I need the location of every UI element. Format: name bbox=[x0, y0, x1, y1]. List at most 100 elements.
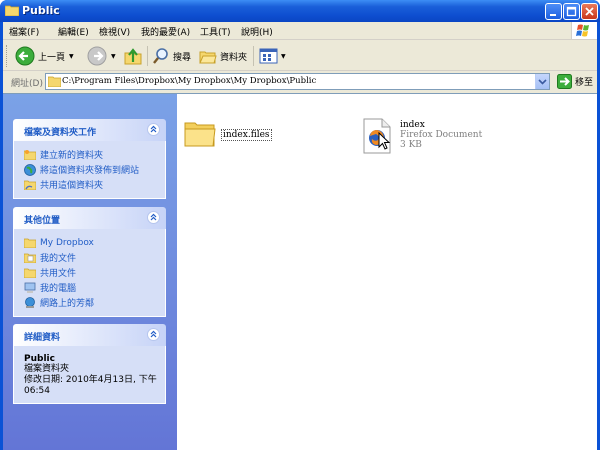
address-path: C:\Program Files\Dropbox\My Dropbox\My D… bbox=[62, 76, 317, 86]
chevron-down-icon bbox=[538, 79, 547, 85]
file-tasks-panel: 檔案及資料夾工作 建立新的資料夾 將這個資料夾發佈到網站 共用這個資料夾 bbox=[13, 119, 166, 199]
details-header[interactable]: 詳細資料 bbox=[13, 324, 166, 346]
address-input[interactable]: C:\Program Files\Dropbox\My Dropbox\My D… bbox=[45, 73, 550, 90]
new-folder-icon bbox=[24, 150, 36, 160]
back-dropdown-icon[interactable]: ▼ bbox=[69, 53, 74, 60]
menu-view[interactable]: 檢視(V) bbox=[99, 25, 130, 38]
panel-title: 其他位置 bbox=[24, 216, 61, 226]
detail-item-type: 檔案資料夾 bbox=[24, 364, 70, 374]
menu-help[interactable]: 說明(H) bbox=[241, 25, 273, 38]
panel-title: 詳細資料 bbox=[24, 333, 61, 343]
file-size: 3 KB bbox=[400, 140, 422, 150]
collapse-button[interactable] bbox=[147, 211, 160, 224]
explorer-window: Public 檔案(F) 編輯(E) 檢視(V) 我的最愛(A) 工具(T) 說… bbox=[0, 0, 600, 450]
search-icon bbox=[153, 48, 168, 64]
other-places-panel: 其他位置 My Dropbox 我的文件 共用文件 我的電腦 網路上的芳鄰 bbox=[13, 207, 166, 317]
double-chevron-up-icon bbox=[150, 330, 157, 338]
file-name: index bbox=[400, 120, 425, 130]
place-label: 共用文件 bbox=[40, 269, 77, 279]
views-icon bbox=[259, 48, 278, 64]
details-panel: 詳細資料 Public 檔案資料夾 修改日期: 2010年4月13日, 下午 0… bbox=[13, 324, 166, 404]
forward-button[interactable]: ▼ bbox=[87, 45, 116, 67]
close-button[interactable] bbox=[581, 3, 598, 20]
folder-up-icon bbox=[124, 48, 142, 65]
other-places-body: My Dropbox 我的文件 共用文件 我的電腦 網路上的芳鄰 bbox=[13, 229, 166, 317]
computer-icon bbox=[24, 282, 36, 293]
folders-label: 資料夾 bbox=[220, 52, 248, 63]
maximize-button[interactable] bbox=[563, 3, 580, 20]
menu-edit[interactable]: 編輯(E) bbox=[58, 25, 89, 38]
toolbar-separator bbox=[147, 46, 148, 66]
collapse-button[interactable] bbox=[147, 328, 160, 341]
mouse-cursor-icon bbox=[378, 132, 390, 150]
place-label: 網路上的芳鄰 bbox=[40, 299, 95, 309]
place-my-documents[interactable]: 我的文件 bbox=[24, 250, 165, 265]
menu-favorites[interactable]: 我的最愛(A) bbox=[141, 25, 190, 38]
window-frame: 檔案(F) 編輯(E) 檢視(V) 我的最愛(A) 工具(T) 說明(H) 上一… bbox=[3, 22, 597, 450]
file-info: index Firefox Document 3 KB bbox=[400, 120, 482, 154]
network-globe-icon bbox=[25, 296, 35, 308]
back-button[interactable]: 上一頁 ▼ bbox=[15, 45, 74, 67]
place-label: 我的電腦 bbox=[40, 284, 77, 294]
minimize-icon bbox=[550, 14, 556, 16]
shared-folder-icon bbox=[24, 180, 36, 190]
place-label: 我的文件 bbox=[40, 254, 77, 264]
toolbar-grip[interactable] bbox=[6, 45, 9, 67]
folder-icon bbox=[48, 76, 61, 87]
details-body: Public 檔案資料夾 修改日期: 2010年4月13日, 下午 06:54 bbox=[13, 346, 166, 404]
windows-flag-icon bbox=[576, 24, 589, 37]
forward-dropdown-icon[interactable]: ▼ bbox=[111, 53, 116, 60]
task-share-folder[interactable]: 共用這個資料夾 bbox=[24, 177, 165, 192]
forward-arrow-icon bbox=[87, 46, 107, 66]
panel-title: 檔案及資料夾工作 bbox=[24, 128, 97, 138]
file-item-index-files[interactable]: index.files bbox=[184, 119, 272, 147]
search-label: 搜尋 bbox=[173, 52, 192, 63]
task-label: 共用這個資料夾 bbox=[40, 181, 104, 191]
folder-icon bbox=[184, 122, 216, 147]
windows-logo bbox=[571, 22, 597, 39]
go-label: 移至 bbox=[575, 78, 594, 88]
globe-icon bbox=[24, 163, 36, 176]
menu-file[interactable]: 檔案(F) bbox=[9, 25, 39, 38]
shared-folder-icon bbox=[24, 268, 36, 278]
back-label: 上一頁 bbox=[38, 52, 66, 63]
task-publish-folder[interactable]: 將這個資料夾發佈到網站 bbox=[24, 162, 165, 177]
address-label: 網址(D) bbox=[11, 79, 43, 89]
other-places-header[interactable]: 其他位置 bbox=[13, 207, 166, 229]
menu-tools[interactable]: 工具(T) bbox=[200, 25, 231, 38]
search-button[interactable]: 搜尋 bbox=[152, 45, 191, 67]
file-name: index.files bbox=[221, 129, 272, 141]
double-chevron-up-icon bbox=[150, 213, 157, 221]
folder-icon bbox=[24, 238, 36, 248]
place-my-computer[interactable]: 我的電腦 bbox=[24, 280, 165, 295]
close-icon bbox=[585, 7, 594, 16]
task-pane: 檔案及資料夾工作 建立新的資料夾 將這個資料夾發佈到網站 共用這個資料夾 其他位… bbox=[3, 94, 177, 450]
views-button[interactable]: ▼ bbox=[259, 45, 286, 67]
address-dropdown-button[interactable] bbox=[535, 74, 549, 89]
toolbar: 上一頁 ▼ ▼ 搜尋 資料夾 ▼ bbox=[3, 41, 597, 71]
place-network[interactable]: 網路上的芳鄰 bbox=[24, 295, 165, 310]
toolbar-separator bbox=[253, 46, 254, 66]
task-label: 建立新的資料夾 bbox=[40, 151, 104, 161]
up-button[interactable] bbox=[123, 45, 143, 67]
address-bar: 網址(D) C:\Program Files\Dropbox\My Dropbo… bbox=[3, 72, 597, 92]
title-bar[interactable]: Public bbox=[0, 0, 600, 22]
content-area: 檔案及資料夾工作 建立新的資料夾 將這個資料夾發佈到網站 共用這個資料夾 其他位… bbox=[3, 93, 597, 450]
detail-item-name: Public bbox=[24, 354, 55, 364]
place-label: My Dropbox bbox=[40, 237, 94, 248]
task-new-folder[interactable]: 建立新的資料夾 bbox=[24, 147, 165, 162]
views-dropdown-icon[interactable]: ▼ bbox=[281, 53, 286, 60]
minimize-button[interactable] bbox=[545, 3, 562, 20]
go-arrow-icon bbox=[557, 74, 572, 89]
documents-folder-icon bbox=[24, 253, 36, 263]
collapse-button[interactable] bbox=[147, 123, 160, 136]
go-button[interactable]: 移至 bbox=[557, 74, 593, 89]
folders-icon bbox=[199, 51, 217, 64]
detail-modified-date: 修改日期: 2010年4月13日, 下午 bbox=[24, 375, 157, 385]
folders-button[interactable]: 資料夾 bbox=[199, 45, 247, 67]
file-tasks-header[interactable]: 檔案及資料夾工作 bbox=[13, 119, 166, 141]
place-my-dropbox[interactable]: My Dropbox bbox=[24, 235, 165, 250]
place-shared-documents[interactable]: 共用文件 bbox=[24, 265, 165, 280]
file-tasks-body: 建立新的資料夾 將這個資料夾發佈到網站 共用這個資料夾 bbox=[13, 141, 166, 199]
back-arrow-icon bbox=[15, 46, 35, 66]
